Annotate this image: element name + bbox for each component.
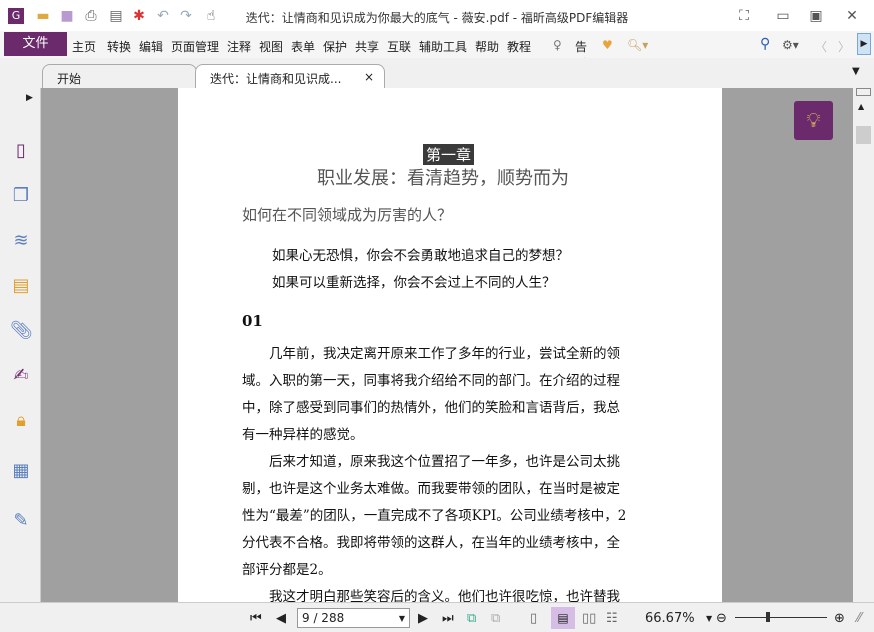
menu-comment[interactable]: 注释 xyxy=(227,38,251,55)
vertical-scrollbar[interactable]: ▲ xyxy=(853,88,874,602)
tab-start[interactable]: 开始 xyxy=(42,64,197,88)
first-page-icon[interactable]: ⏮ xyxy=(250,611,262,626)
tab-label: 迭代：让情商和见识成... xyxy=(210,72,342,86)
zoom-in-icon[interactable]: ⊕ xyxy=(834,611,845,626)
security-icon[interactable]: 🔒︎ xyxy=(10,410,32,432)
continuous-page-icon[interactable]: ▤ xyxy=(551,607,575,629)
section-heading: 如何在不同领域成为厉害的人？ xyxy=(242,206,453,224)
pages-icon[interactable]: ❐ xyxy=(10,185,32,207)
menu-home[interactable]: 主页 xyxy=(72,38,96,55)
maximize-icon[interactable]: ▣ xyxy=(808,8,824,24)
find-options-icon[interactable]: 🔍︎▾ xyxy=(627,38,648,52)
body-line: 中，除了感受到同事们的热情外，他们的笑脸和言语背后，我总 xyxy=(242,400,620,416)
menu-page-manage[interactable]: 页面管理 xyxy=(171,38,219,55)
resize-grip-icon: ⁄⁄ xyxy=(857,611,862,626)
tab-document[interactable]: 迭代：让情商和见识成... × xyxy=(195,64,385,88)
menu-tools[interactable]: 辅助工具 xyxy=(419,38,467,55)
lightbulb-icon[interactable]: ♀ xyxy=(553,38,562,52)
page-number: 9 / 288 xyxy=(302,611,345,625)
zoom-slider-thumb[interactable] xyxy=(766,612,770,622)
expand-panel-icon[interactable]: ▶ xyxy=(26,93,33,103)
single-page-icon[interactable]: ▯ xyxy=(530,611,537,626)
menu-help[interactable]: 帮助 xyxy=(475,38,499,55)
scroll-split-handle[interactable] xyxy=(856,88,871,96)
last-page-icon[interactable]: ⏭ xyxy=(442,611,454,626)
tab-label: 开始 xyxy=(57,72,82,86)
chapter-label: 第一章 xyxy=(423,144,475,165)
body-line: 我这才明白那些笑容后的含义。他们也许很吃惊，也许替我 xyxy=(242,589,620,602)
menu-protect[interactable]: 保护 xyxy=(323,38,347,55)
zoom-out-icon[interactable]: ⊖ xyxy=(716,611,727,626)
menu-bar: 文件 主页 转换 编辑 页面管理 注释 视图 表单 保护 共享 互联 辅助工具 … xyxy=(0,31,874,85)
two-page-icon[interactable]: ▯▯ xyxy=(582,611,596,626)
menu-share[interactable]: 共享 xyxy=(355,38,379,55)
document-view[interactable]: 第一章 职业发展：看清趋势，顺势而为 如何在不同领域成为厉害的人？ 如果心无恐惧… xyxy=(41,88,853,602)
prev-icon[interactable]: 〈 xyxy=(815,38,827,55)
signature-icon[interactable]: ✍ xyxy=(10,365,32,387)
body-line: 部评分都是2。 xyxy=(242,562,332,578)
left-sidebar: ▶ ▯ ❐ ≋ ▤ 📎︎ ✍ 🔒︎ ▦ ✎ xyxy=(0,88,41,602)
tips-lightbulb-button[interactable]: 💡︎ xyxy=(794,101,833,140)
section-number: 01 xyxy=(242,312,263,330)
next-page-icon[interactable]: ▶ xyxy=(418,611,428,626)
tab-bar: 开始 迭代：让情商和见识成... × ▼ xyxy=(0,58,874,88)
body-line: 几年前，我决定离开原来工作了多年的行业，尝试全新的领 xyxy=(242,346,620,362)
menu-form[interactable]: 表单 xyxy=(291,38,315,55)
attachments-icon[interactable]: 📎︎ xyxy=(10,320,33,342)
page-thumbnails-icon[interactable]: ▯ xyxy=(10,140,32,162)
menu-tutorial[interactable]: 教程 xyxy=(507,38,531,55)
zoom-slider[interactable] xyxy=(735,617,827,618)
certify-icon[interactable]: ✎ xyxy=(10,510,32,532)
chapter-title: 职业发展：看清趋势，顺势而为 xyxy=(317,168,569,189)
tab-close-icon[interactable]: × xyxy=(364,70,374,84)
page-number-input[interactable]: 9 / 288 ▼ xyxy=(297,608,410,628)
settings-icon[interactable]: ⚙▾ xyxy=(782,38,799,52)
quote-line: 如果可以重新选择，你会不会过上不同的人生？ xyxy=(272,275,556,291)
layers-icon[interactable]: ≋ xyxy=(10,230,32,252)
menu-connect[interactable]: 互联 xyxy=(387,38,411,55)
menu-view[interactable]: 视图 xyxy=(259,38,283,55)
scroll-up-icon[interactable]: ▲ xyxy=(858,102,864,111)
fullscreen-icon[interactable]: ⛶ xyxy=(736,8,752,24)
menu-convert[interactable]: 转换 xyxy=(107,38,131,55)
title-bar: G ▬ ■ ⎙ ▤ ✱ ↶ ↷ ☝ 迭代：让情商和见识成为你最大的底气 - 薇安… xyxy=(0,0,874,31)
form-fields-icon[interactable]: ▦ xyxy=(10,460,32,482)
file-menu[interactable]: 文件 xyxy=(4,32,67,56)
zoom-level[interactable]: 66.67% xyxy=(645,611,695,626)
body-line: 性为“最差”的团队，一直完成不了各项KPI。公司业绩考核中，2 xyxy=(242,508,627,524)
quote-line: 如果心无恐惧，你会不会勇敢地追求自己的梦想？ xyxy=(272,248,569,264)
body-line: 有一种异样的感觉。 xyxy=(242,427,364,443)
expand-ribbon-button[interactable]: ▶ xyxy=(857,33,871,55)
tab-list-icon[interactable]: ▼ xyxy=(852,66,860,77)
heart-icon[interactable]: ♥ xyxy=(602,38,613,52)
body-line: 后来才知道，原来我这个位置招了一年多，也许是公司太挑 xyxy=(242,454,620,470)
next-view-icon[interactable]: ⧉ xyxy=(491,611,500,626)
pdf-page: 第一章 职业发展：看清趋势，顺势而为 如何在不同领域成为厉害的人？ 如果心无恐惧… xyxy=(178,88,722,602)
comments-icon[interactable]: ▤ xyxy=(10,275,32,297)
prev-page-icon[interactable]: ◀ xyxy=(276,611,286,626)
close-icon[interactable]: ✕ xyxy=(844,8,860,24)
scroll-thumb[interactable] xyxy=(856,126,871,144)
two-page-continuous-icon[interactable]: ☷ xyxy=(606,611,618,626)
minimize-icon[interactable]: ▭ xyxy=(775,8,791,24)
next-icon[interactable]: 〉 xyxy=(838,38,850,55)
search-icon[interactable]: ⚲ xyxy=(760,36,770,52)
body-line: 分代表不合格。我即将带领的这群人，在当年的业绩考核中，全 xyxy=(242,535,620,551)
body-line: 剔，也许是这个业务太难做。而我要带领的团队，在当时是被定 xyxy=(242,481,620,497)
previous-view-icon[interactable]: ⧉ xyxy=(467,611,476,626)
menu-edit[interactable]: 编辑 xyxy=(139,38,163,55)
zoom-dropdown-icon[interactable]: ▼ xyxy=(706,614,712,623)
status-bar: ⏮ ◀ 9 / 288 ▼ ▶ ⏭ ⧉ ⧉ ▯ ▤ ▯▯ ☷ 66.67% ▼ ⊖… xyxy=(0,602,874,632)
body-line: 域。入职的第一天，同事将我介绍给不同的部门。在介绍的过程 xyxy=(242,373,620,389)
